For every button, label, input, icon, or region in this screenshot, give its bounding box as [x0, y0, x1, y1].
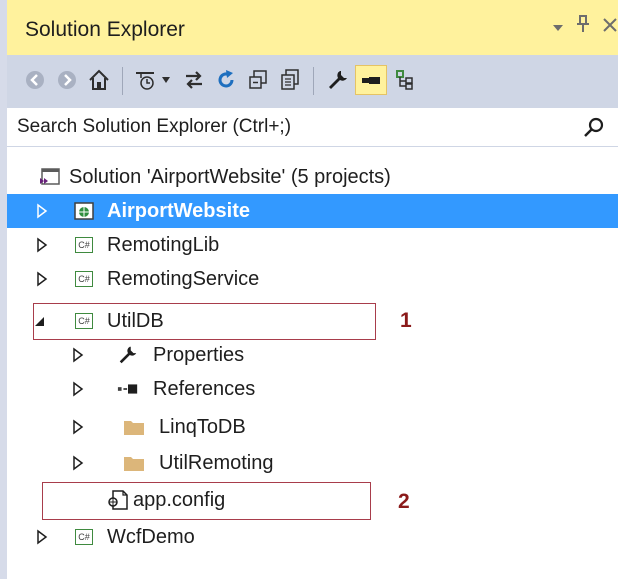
forward-icon[interactable]	[52, 65, 82, 95]
title-bar-buttons	[552, 14, 618, 40]
close-icon[interactable]	[602, 16, 618, 39]
annotation-number-1: 1	[400, 309, 412, 332]
title-bar: Solution Explorer	[7, 0, 618, 55]
tree-item-label: RemotingService	[107, 268, 260, 290]
tree-item-airportwebsite[interactable]: AirportWebsite	[7, 194, 618, 228]
folder-icon	[123, 416, 145, 438]
back-icon[interactable]	[20, 65, 50, 95]
search-bar	[7, 107, 618, 147]
tree-item-label: RemotingLib	[107, 234, 220, 256]
search-input[interactable]	[17, 114, 557, 140]
annotation-box-2	[42, 482, 371, 520]
folder-icon	[123, 452, 145, 474]
expand-arrow-icon[interactable]	[35, 271, 49, 287]
annotation-number-2: 2	[398, 490, 410, 513]
collapse-all-icon[interactable]	[243, 65, 273, 95]
tree-item-wcfdemo[interactable]: C# WcfDemo	[7, 520, 618, 554]
pin-icon[interactable]	[576, 14, 590, 40]
csharp-project-icon: C#	[73, 234, 95, 256]
expand-arrow-icon[interactable]	[35, 237, 49, 253]
web-project-icon	[73, 200, 95, 222]
home-icon[interactable]	[84, 65, 114, 95]
solution-explorer-panel: Solution Explorer Search Solution Explor…	[0, 0, 618, 579]
toolbar-separator	[313, 67, 314, 95]
tree-item-remotingservice[interactable]: C# RemotingService	[7, 262, 618, 296]
tree-item-label: References	[153, 378, 256, 400]
tree-item-label: LinqToDB	[159, 416, 246, 438]
expand-arrow-icon[interactable]	[35, 529, 49, 545]
tree-item-label: AirportWebsite	[107, 200, 250, 222]
tree-item-label: Properties	[153, 344, 245, 366]
pending-changes-filter-icon[interactable]	[130, 65, 160, 95]
expand-arrow-icon[interactable]	[71, 419, 85, 435]
class-view-icon[interactable]	[391, 65, 421, 95]
annotation-box-1	[33, 303, 376, 340]
dropdown-arrow-icon[interactable]	[552, 16, 564, 39]
toolbar-separator	[122, 67, 123, 95]
toolbar	[7, 55, 618, 107]
chevron-down-icon[interactable]	[157, 65, 175, 95]
expand-arrow-icon[interactable]	[71, 347, 85, 363]
expand-arrow-icon[interactable]	[35, 203, 49, 219]
panel-left-border	[0, 0, 7, 579]
expand-arrow-icon[interactable]	[71, 381, 85, 397]
tree-item-solution[interactable]: Solution 'AirportWebsite' (5 projects)	[7, 160, 618, 194]
tree-item-linqtodb[interactable]: LinqToDB	[7, 410, 618, 444]
tree-item-properties[interactable]: Properties	[7, 338, 618, 372]
refresh-icon[interactable]	[211, 65, 241, 95]
csharp-project-icon: C#	[73, 526, 95, 548]
tree-item-utilremoting[interactable]: UtilRemoting	[7, 446, 618, 480]
tree-item-label: UtilRemoting	[159, 452, 274, 474]
search-icon[interactable]	[582, 116, 606, 140]
tree-item-label: Solution 'AirportWebsite' (5 projects)	[69, 166, 391, 188]
properties-wrench-icon[interactable]	[323, 65, 353, 95]
wrench-icon	[117, 344, 139, 366]
show-all-files-icon[interactable]	[275, 65, 305, 95]
tree-item-references[interactable]: References	[7, 372, 618, 406]
solution-icon	[39, 166, 61, 188]
preview-selected-items-icon[interactable]	[355, 65, 387, 95]
tree-item-label: WcfDemo	[107, 526, 195, 548]
csharp-project-icon: C#	[73, 268, 95, 290]
sync-with-active-document-icon[interactable]	[179, 65, 209, 95]
expand-arrow-icon[interactable]	[71, 455, 85, 471]
references-icon	[117, 378, 139, 400]
tree-item-remotinglib[interactable]: C# RemotingLib	[7, 228, 618, 262]
panel-title: Solution Explorer	[25, 18, 185, 41]
